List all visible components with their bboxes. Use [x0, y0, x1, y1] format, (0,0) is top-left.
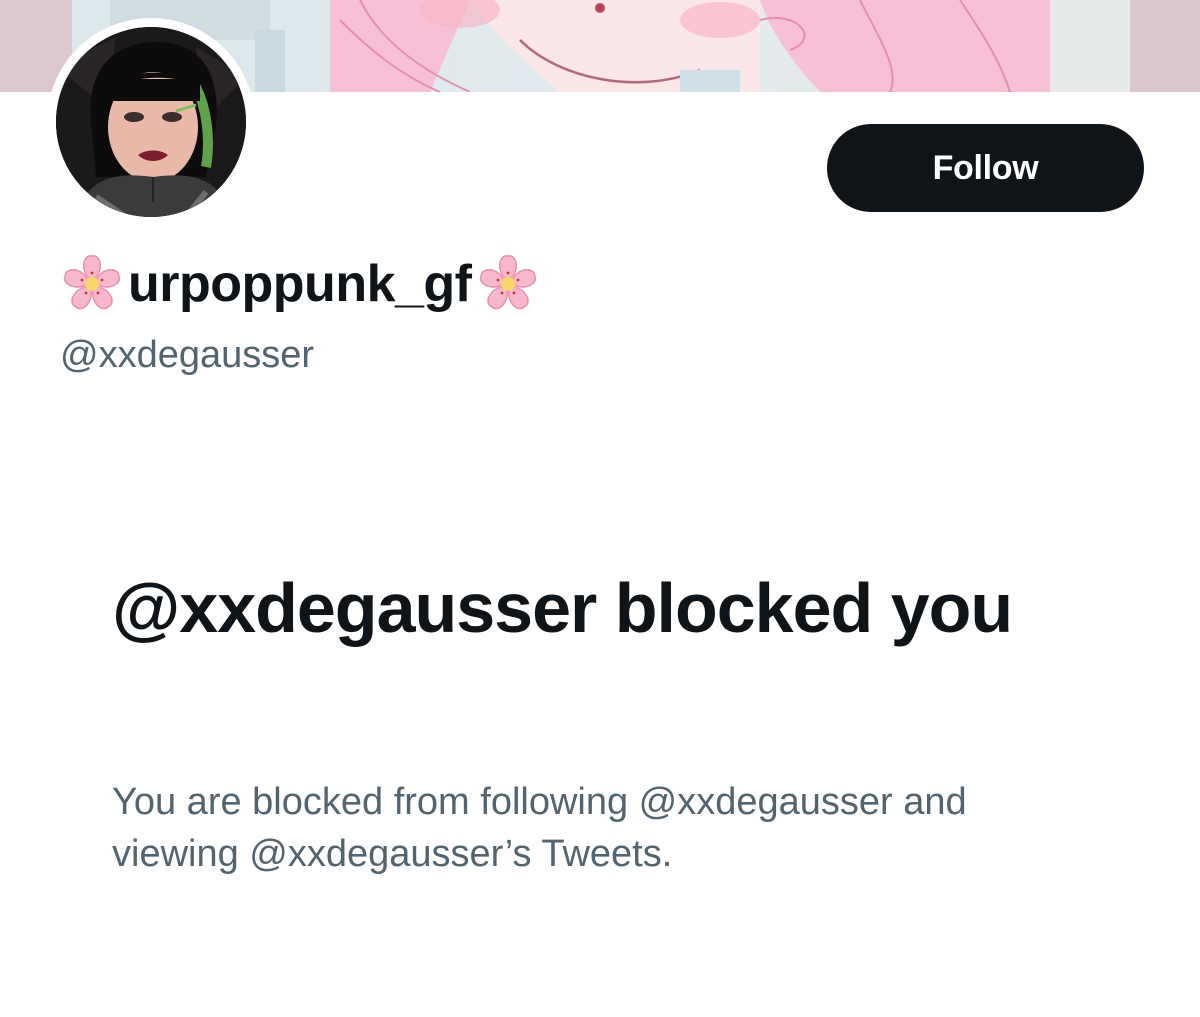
cherry-blossom-icon: [58, 250, 126, 318]
blocked-description: You are blocked from following @xxdegaus…: [112, 781, 967, 875]
blocked-title: @xxdegausser blocked you: [112, 569, 1013, 647]
profile-page: Follow urpoppunk_gf @xxdegausser @xxdega…: [0, 0, 1200, 1017]
display-name-row: urpoppunk_gf: [58, 248, 542, 320]
display-name: urpoppunk_gf: [128, 255, 472, 313]
avatar[interactable]: [47, 18, 255, 226]
cherry-blossom-icon: [474, 250, 542, 318]
profile-handle: @xxdegausser: [60, 334, 315, 376]
follow-button[interactable]: Follow: [827, 124, 1144, 212]
avatar-image: [56, 27, 246, 217]
